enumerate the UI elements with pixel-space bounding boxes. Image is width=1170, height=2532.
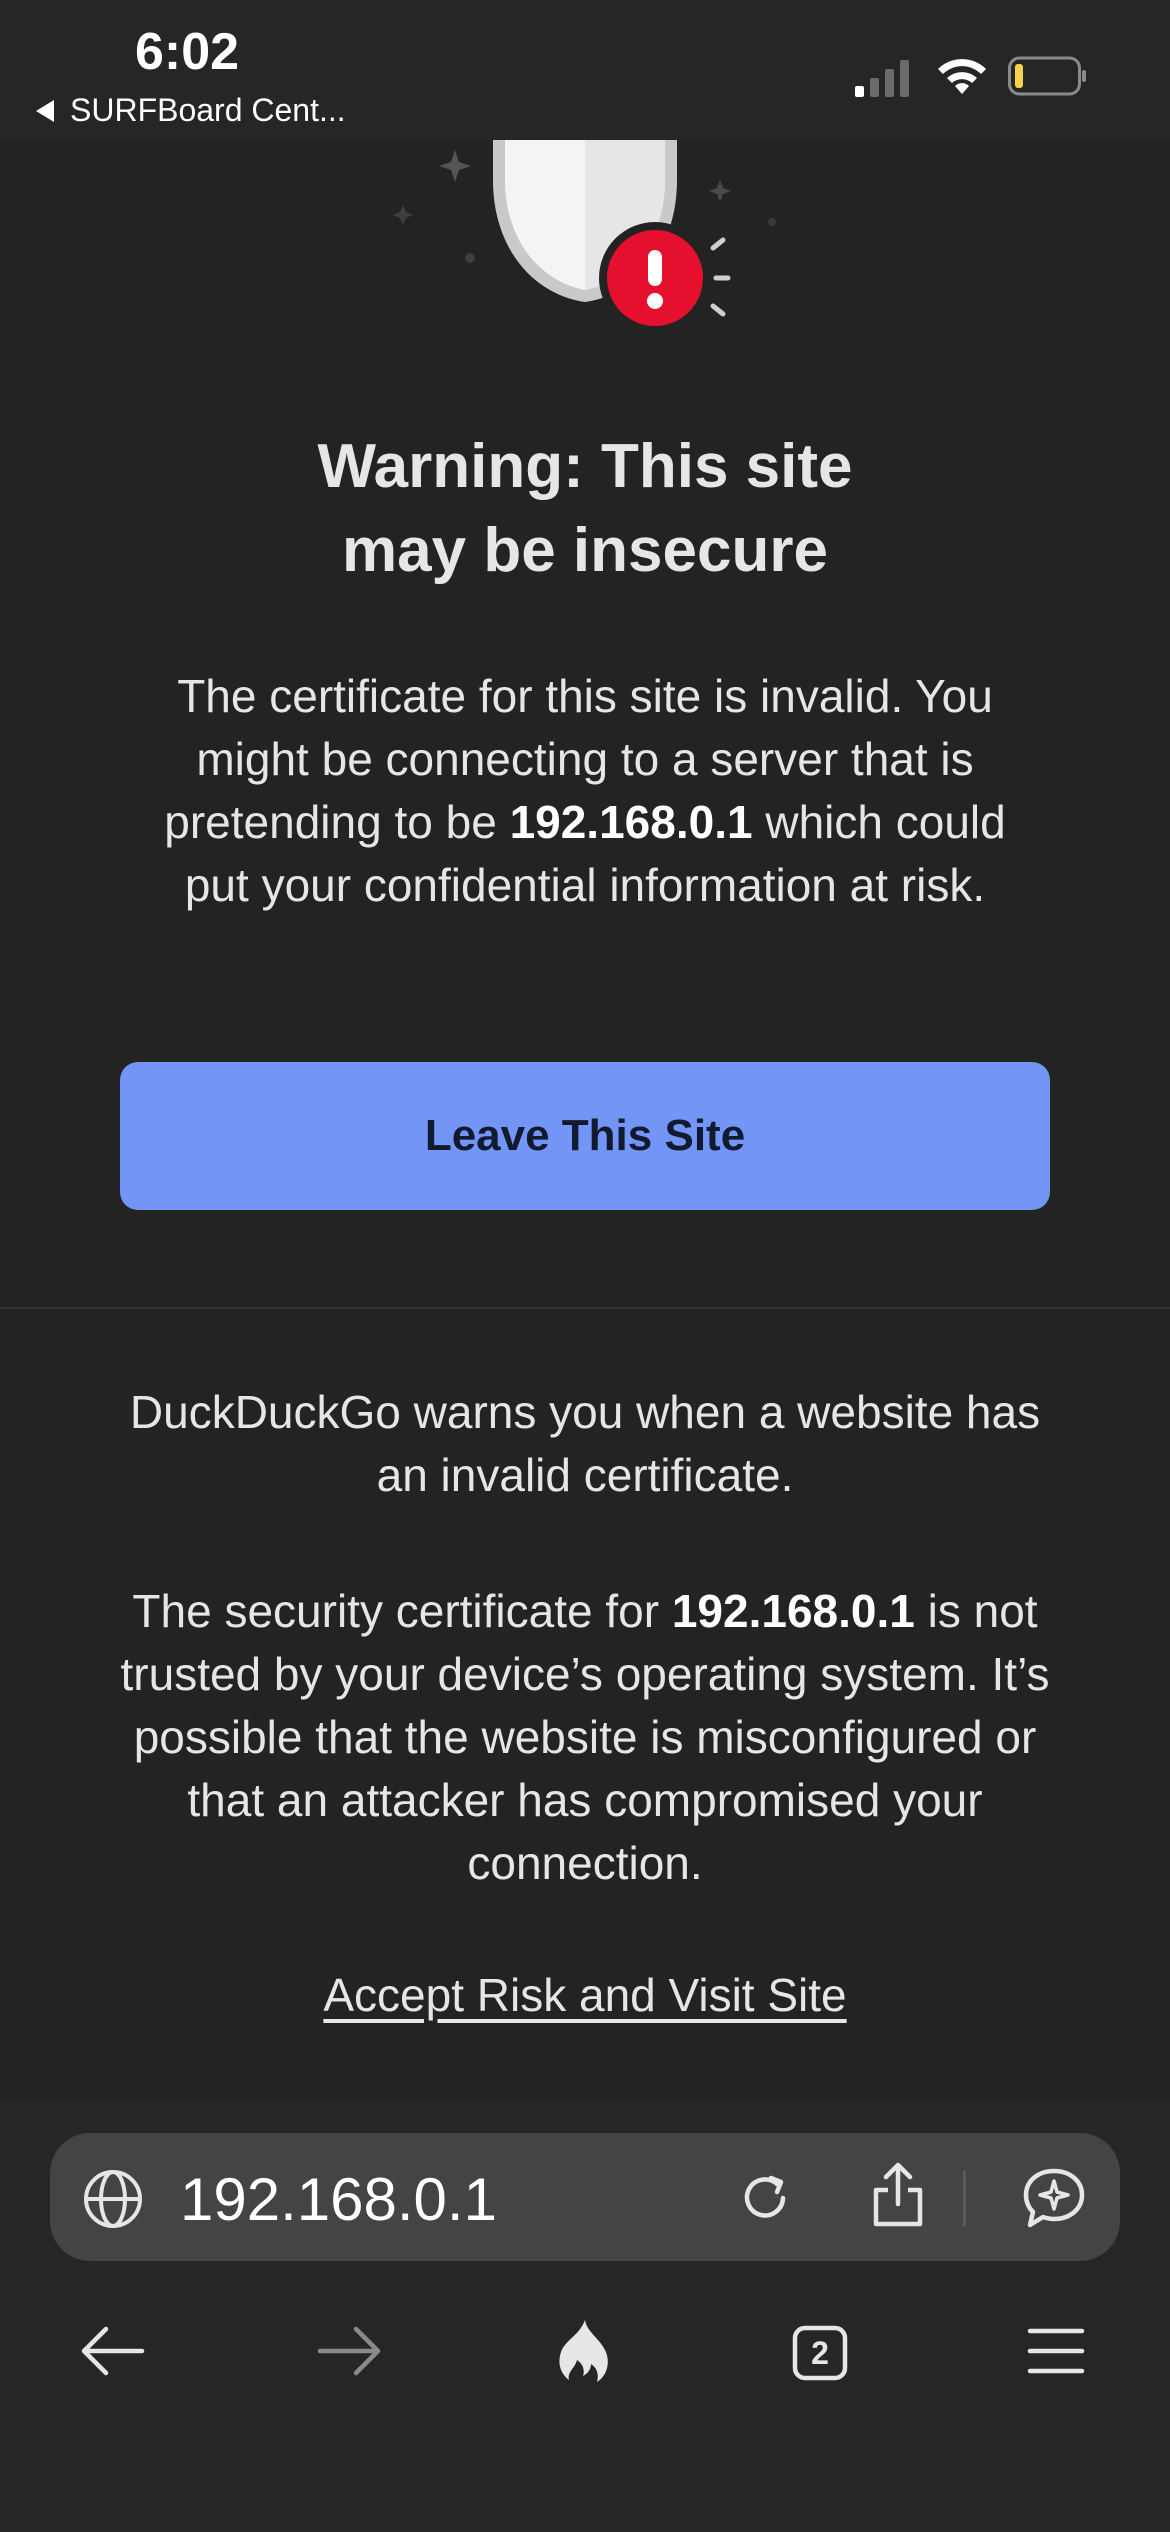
reload-icon[interactable] xyxy=(735,2168,795,2228)
back-app-label: SURFBoard Cent... xyxy=(70,92,346,128)
tab-count: 2 xyxy=(811,2334,829,2371)
shield-warning-icon xyxy=(393,140,776,334)
cert-details-host: 192.168.0.1 xyxy=(671,1585,915,1637)
wifi-icon xyxy=(938,59,986,94)
warning-title-line2: may be insecure xyxy=(342,516,828,585)
warning-desc-host: 192.168.0.1 xyxy=(509,796,753,848)
warning-title-line1: Warning: This site xyxy=(317,432,853,501)
warning-title: Warning: This site may be insecure xyxy=(0,425,1170,593)
globe-icon xyxy=(84,2170,142,2228)
ai-chat-icon[interactable] xyxy=(1020,2165,1088,2231)
leave-site-button[interactable]: Leave This Site xyxy=(120,1062,1050,1210)
warning-description: The certificate for this site is invalid… xyxy=(130,665,1040,917)
cellular-signal-icon xyxy=(855,60,909,97)
menu-icon[interactable] xyxy=(1027,2326,1085,2376)
address-bar-separator xyxy=(963,2170,966,2226)
status-time: 6:02 xyxy=(135,23,240,81)
status-bar: 6:02 SURFBoard Cent... xyxy=(0,0,1170,140)
cert-details-text1: The security certificate for xyxy=(132,1585,672,1637)
back-arrow-icon[interactable] xyxy=(80,2323,146,2379)
tabs-button[interactable]: 2 xyxy=(792,2325,848,2381)
back-triangle-icon xyxy=(36,99,54,122)
accept-risk-link[interactable]: Accept Risk and Visit Site xyxy=(0,1968,1170,2022)
fire-icon[interactable] xyxy=(553,2318,617,2386)
url-text[interactable]: 192.168.0.1 xyxy=(180,2165,497,2234)
duckduckgo-info-text: DuckDuckGo warns you when a website has … xyxy=(129,1386,1041,1501)
share-icon[interactable] xyxy=(866,2160,930,2230)
certificate-details-text: The security certificate for 192.168.0.1… xyxy=(120,1580,1050,1895)
section-divider xyxy=(0,1307,1170,1309)
battery-icon xyxy=(1008,56,1086,96)
forward-arrow-icon[interactable] xyxy=(316,2323,382,2379)
back-to-app-link[interactable]: SURFBoard Cent... xyxy=(36,92,346,129)
